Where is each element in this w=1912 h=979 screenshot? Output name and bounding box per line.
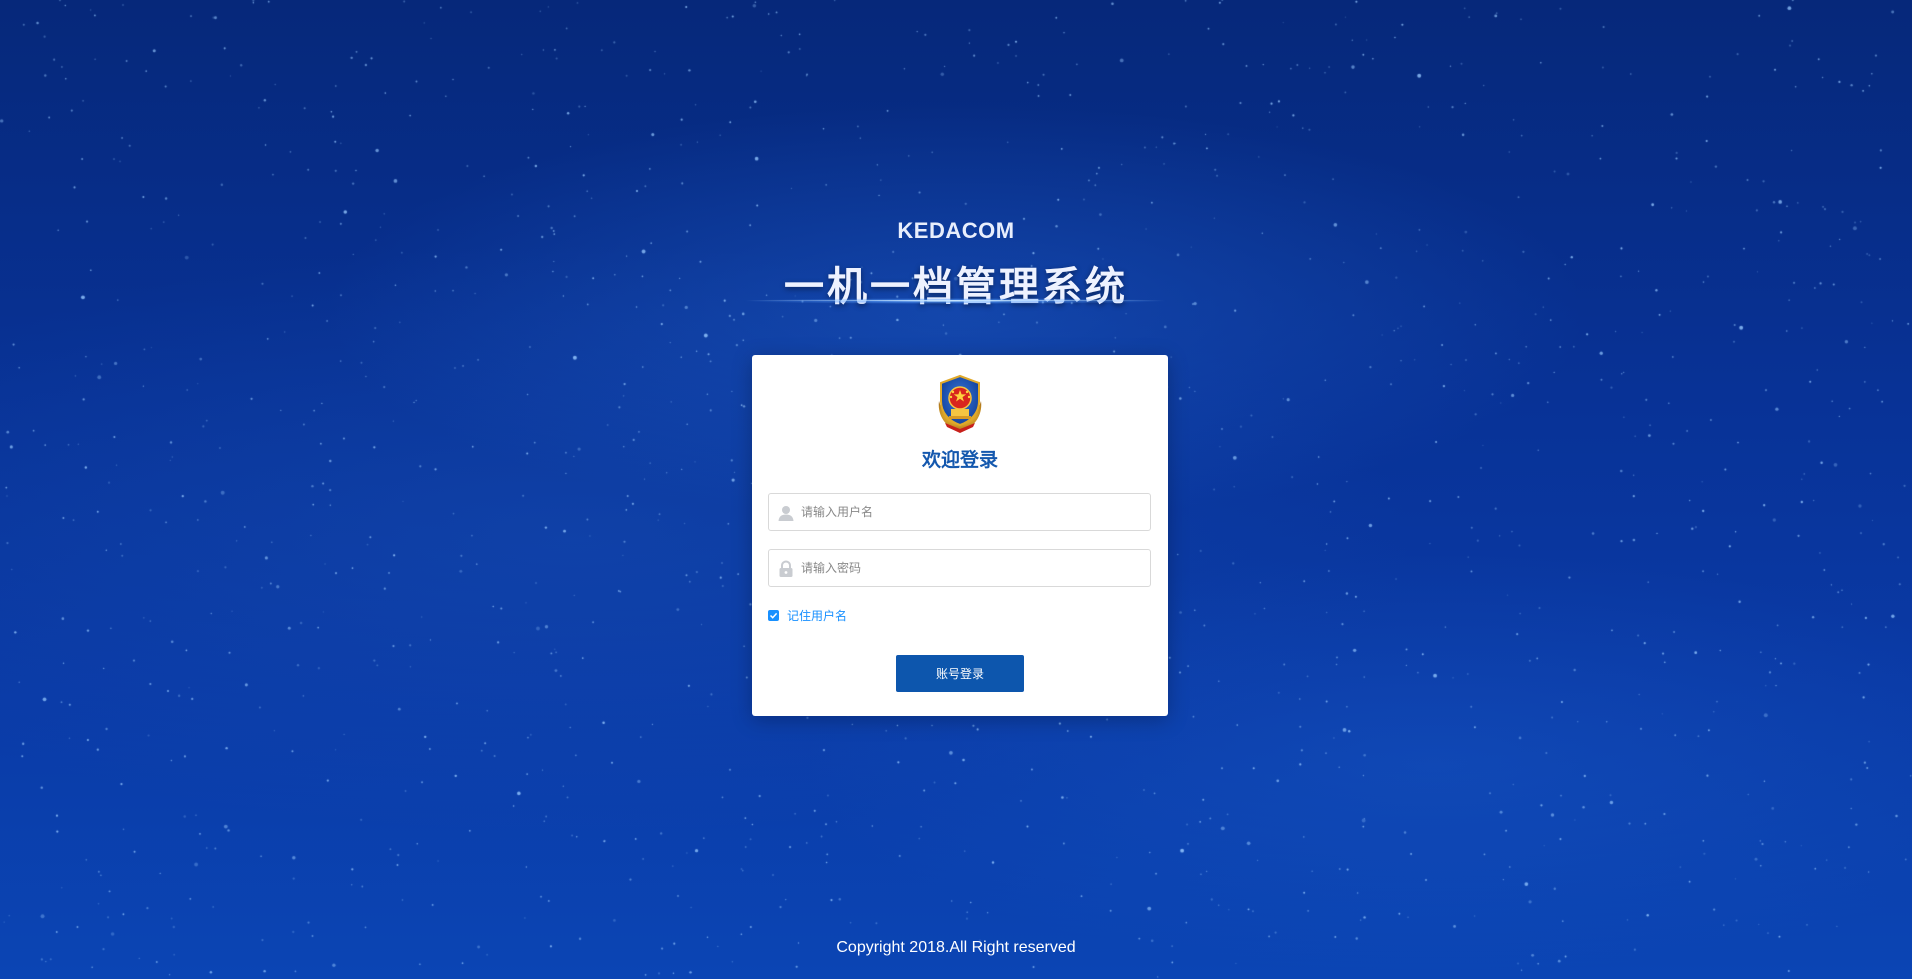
title-glow-line	[745, 300, 1165, 301]
check-icon	[769, 612, 778, 619]
username-input[interactable]	[801, 494, 1141, 530]
user-icon	[778, 506, 794, 521]
lock-icon	[779, 560, 793, 577]
brand-logo: KEDACOM	[897, 218, 1015, 243]
password-field[interactable]	[768, 549, 1151, 587]
remember-checkbox[interactable]	[768, 609, 779, 621]
police-emblem-icon	[938, 374, 982, 433]
account-login-button[interactable]: 账号登录	[896, 655, 1024, 692]
copyright-text: Copyright 2018.All Right reserved	[836, 939, 1076, 956]
login-card: 欢迎登录 记住用户名 账号登录	[752, 355, 1168, 716]
remember-username-option[interactable]: 记住用户名	[768, 607, 847, 623]
remember-label[interactable]: 记住用户名	[787, 607, 847, 624]
password-input[interactable]	[801, 550, 1141, 586]
title-glow-divider	[740, 298, 1170, 304]
username-field[interactable]	[768, 493, 1151, 531]
welcome-heading: 欢迎登录	[921, 449, 998, 471]
